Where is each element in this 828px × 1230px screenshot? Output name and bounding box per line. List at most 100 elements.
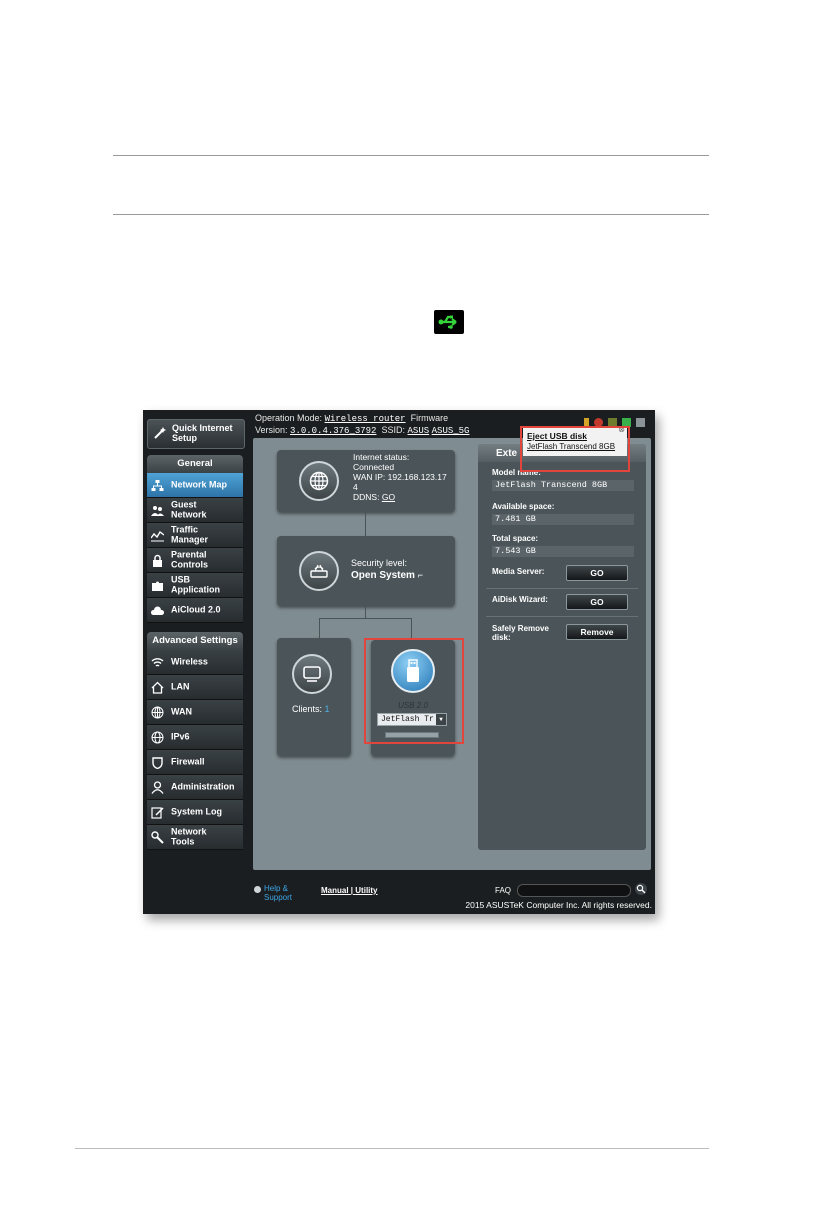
version-link[interactable]: 3.0.0.4.376_3792	[290, 426, 376, 436]
utility-link[interactable]: Utility	[355, 886, 377, 895]
internet-status-text: Internet status: Connected WAN IP: 192.1…	[353, 452, 447, 502]
unlock-icon: ⌐	[417, 570, 423, 580]
ssid-label: SSID:	[381, 425, 405, 435]
ddns-go-link[interactable]: GO	[382, 492, 395, 502]
sidebar-item-label: USB Application	[171, 575, 220, 595]
connector-line	[319, 618, 320, 638]
general-nav: Network Map Guest Network Traffic Manage…	[147, 473, 243, 623]
sidebar-item-label: Network Tools	[171, 827, 219, 847]
sidebar-item-aicloud[interactable]: AiCloud 2.0	[147, 598, 243, 623]
clients-card[interactable]: Clients: 1	[277, 638, 351, 756]
version-label: Version:	[255, 425, 288, 435]
copyright: 2015 ASUSTeK Computer Inc. All rights re…	[465, 900, 652, 910]
wifi-icon	[151, 658, 164, 667]
security-text: Security level: Open System ⌐	[351, 557, 423, 582]
connector-line	[365, 512, 366, 536]
sidebar-item-label: Parental Controls	[171, 549, 208, 569]
safely-remove-label-1: Safely Remove	[492, 624, 549, 633]
help-icon	[254, 886, 261, 893]
network-map-icon	[151, 480, 164, 491]
help-support-label-2: Support	[264, 893, 293, 902]
sidebar-item-traffic-manager[interactable]: Traffic Manager	[147, 523, 243, 548]
router-icon	[310, 564, 328, 578]
sidebar-item-administration[interactable]: Administration	[147, 775, 243, 800]
divider	[486, 588, 638, 589]
sidebar-item-label: Guest Network	[171, 499, 207, 519]
wrench-icon	[151, 831, 164, 844]
sidebar-item-guest-network[interactable]: Guest Network	[147, 498, 243, 523]
globe-icon	[151, 731, 164, 744]
shield-icon	[152, 757, 163, 769]
sidebar-item-usb-application[interactable]: USB Application	[147, 573, 243, 598]
media-server-go-button[interactable]: GO	[566, 565, 628, 581]
sidebar-item-label: AiCloud 2.0	[171, 604, 221, 615]
footer: Help & Support Manual | Utility FAQ 2015…	[143, 878, 655, 914]
internet-status-card[interactable]: Internet status: Connected WAN IP: 192.1…	[277, 450, 455, 512]
total-space-value: 7.543 GB	[492, 546, 634, 557]
safely-remove-label: Safely Remove disk:	[492, 624, 549, 642]
sidebar-item-label: Firewall	[171, 756, 205, 767]
firmware-label: Firmware	[410, 413, 449, 423]
sidebar-item-label: Traffic Manager	[171, 524, 219, 545]
available-space-label: Available space:	[492, 502, 555, 511]
connector-line	[319, 618, 411, 619]
sidebar-item-wan[interactable]: WAN	[147, 700, 243, 725]
sidebar-item-firewall[interactable]: Firewall	[147, 750, 243, 775]
sidebar-item-label: Wireless	[171, 656, 208, 667]
available-space-value: 7.481 GB	[492, 514, 634, 525]
sidebar-item-network-map[interactable]: Network Map	[147, 473, 243, 498]
panel-title: Exte	[496, 448, 518, 459]
globe-icon	[309, 471, 329, 491]
usb-status-icon	[434, 310, 464, 334]
help-support-label-1: Help &	[264, 884, 289, 893]
home-icon	[151, 681, 164, 694]
status-printer-icon[interactable]	[636, 418, 645, 427]
total-space-label: Total space:	[492, 534, 539, 543]
sidebar-item-label: Administration	[171, 781, 235, 792]
wan-ip-cont: 4	[353, 482, 358, 492]
advanced-settings-header: Advanced Settings	[147, 632, 243, 650]
quick-internet-setup-button[interactable]: Quick Internet Setup	[147, 419, 245, 449]
sidebar-item-label: Traffic Manager	[171, 524, 209, 544]
cloud-icon	[151, 606, 164, 615]
advanced-nav: Wireless LAN WAN IPv6 Firewall Administr…	[147, 650, 243, 850]
guest-network-icon	[151, 506, 164, 516]
search-icon[interactable]	[635, 883, 647, 895]
sidebar-item-system-log[interactable]: System Log	[147, 800, 243, 825]
sidebar-item-ipv6[interactable]: IPv6	[147, 725, 243, 750]
sidebar-item-label: IPv6	[171, 731, 190, 742]
clients-circle	[292, 654, 332, 694]
ddns-label: DDNS:	[353, 492, 380, 502]
sidebar-item-label: Guest Network	[171, 499, 219, 520]
sidebar-item-wireless[interactable]: Wireless	[147, 650, 243, 675]
ssid-link-2[interactable]: ASUS_5G	[432, 426, 470, 436]
sidebar-item-lan[interactable]: LAN	[147, 675, 243, 700]
connector-line	[411, 618, 412, 638]
security-label: Security level:	[351, 558, 408, 568]
help-support-link[interactable]: Help & Support	[264, 884, 292, 902]
sidebar-item-label: System Log	[171, 806, 223, 817]
manual-link[interactable]: Manual	[321, 886, 349, 895]
faq-search-input[interactable]	[517, 884, 631, 897]
traffic-manager-icon	[151, 530, 164, 542]
operation-mode-link[interactable]: Wireless router	[325, 414, 406, 424]
second-rule	[113, 214, 709, 215]
clients-text: Clients: 1	[292, 704, 330, 714]
router-circle	[299, 551, 339, 591]
sidebar-item-parental-controls[interactable]: Parental Controls	[147, 548, 243, 573]
internet-globe	[299, 461, 339, 501]
ssid-link-1[interactable]: ASUS	[408, 426, 430, 436]
aidisk-go-button[interactable]: GO	[566, 594, 628, 610]
internet-status-value: Connected	[353, 462, 395, 472]
divider	[486, 616, 638, 617]
external-usb-panel: Exte Model name: JetFlash Transcend 8GB …	[478, 444, 646, 850]
router-card[interactable]: Security level: Open System ⌐	[277, 536, 455, 606]
sidebar-item-label: Network Map	[171, 479, 228, 490]
remove-disk-button[interactable]: Remove	[566, 624, 628, 640]
media-server-label: Media Server:	[492, 567, 545, 576]
security-value: Open System	[351, 570, 415, 581]
sidebar-item-network-tools[interactable]: Network Tools	[147, 825, 243, 850]
clients-count[interactable]: 1	[325, 704, 330, 714]
top-status-bar: Operation Mode: Wireless router Firmware…	[255, 413, 469, 437]
faq-label: FAQ	[495, 886, 512, 895]
